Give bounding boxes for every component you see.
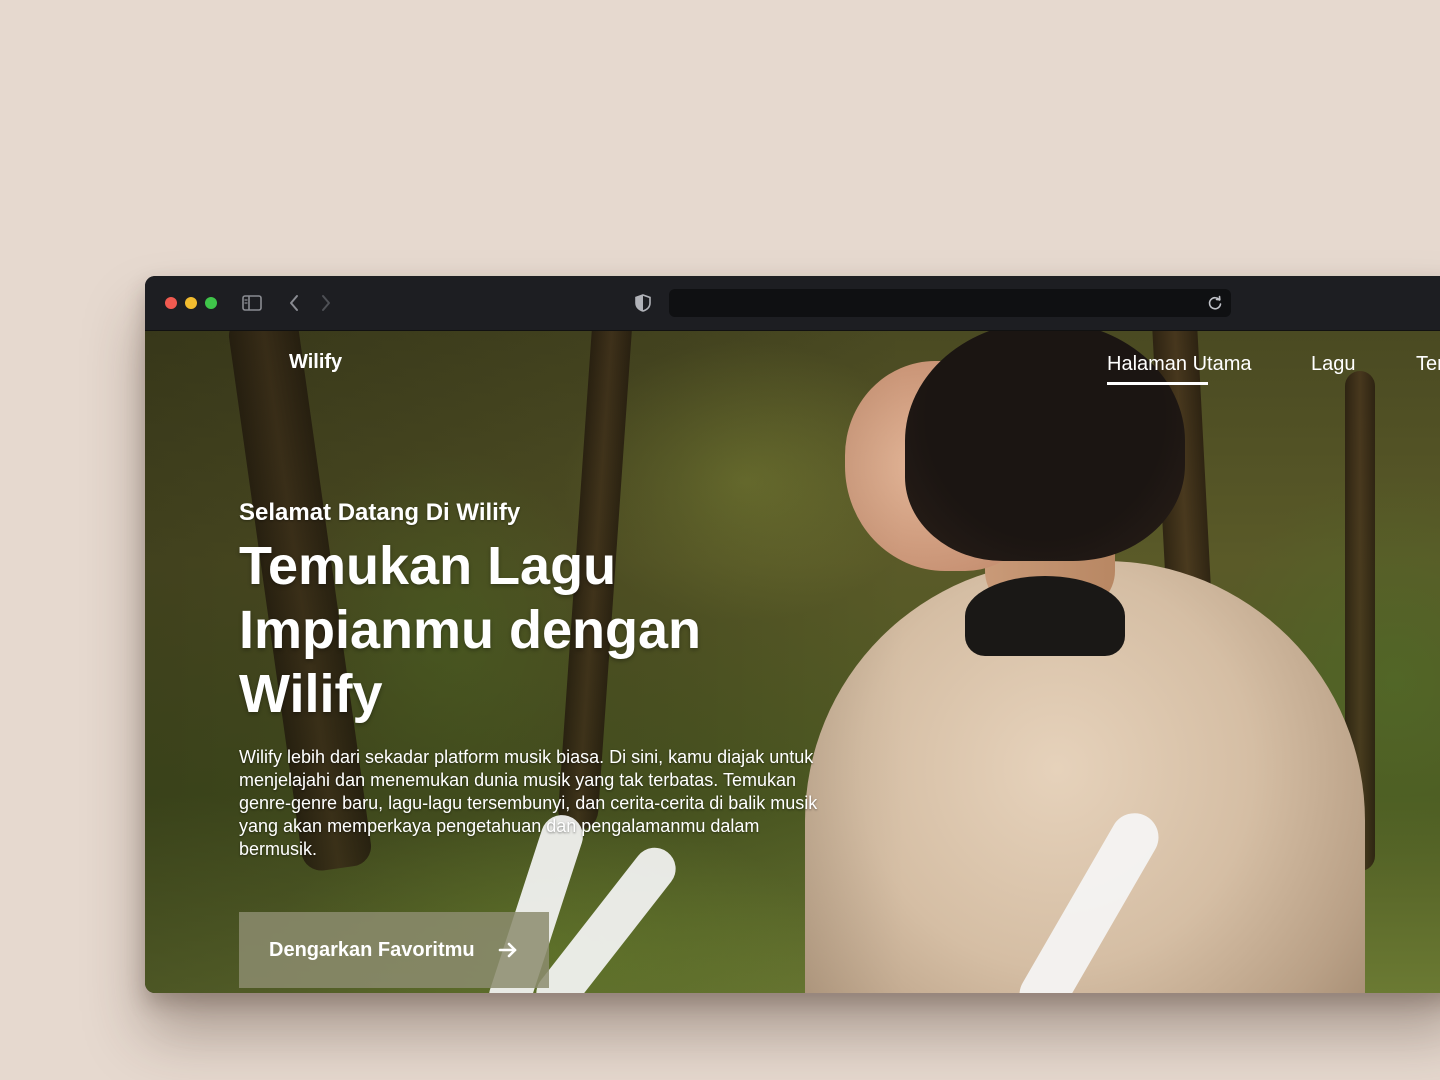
minimize-window-button[interactable]	[185, 297, 197, 309]
arrow-right-icon	[497, 939, 519, 961]
nav-home-link[interactable]: Halaman Utama	[1107, 353, 1252, 376]
close-window-button[interactable]	[165, 297, 177, 309]
chevron-left-icon[interactable]	[285, 292, 303, 314]
chevron-right-icon[interactable]	[317, 292, 335, 314]
nav-songs-link[interactable]: Lagu	[1311, 353, 1356, 376]
sidebar-toggle-icon[interactable]	[241, 292, 263, 314]
site-logo[interactable]: Wilify	[289, 351, 342, 374]
nav-third-link[interactable]: Ter	[1416, 353, 1440, 376]
hero-headline: Temukan Lagu Impianmu dengan Wilify	[239, 536, 702, 724]
browser-window: Wilify Halaman Utama Lagu Ter Selamat Da…	[145, 276, 1440, 993]
listen-favorites-button[interactable]: Dengarkan Favoritmu	[239, 912, 549, 988]
cta-label: Dengarkan Favoritmu	[269, 938, 475, 961]
hero-description: Wilify lebih dari sekadar platform musik…	[239, 747, 818, 859]
maximize-window-button[interactable]	[205, 297, 217, 309]
nav-active-indicator	[1107, 382, 1208, 385]
shield-icon[interactable]	[633, 292, 653, 314]
browser-titlebar	[145, 276, 1440, 331]
address-bar[interactable]	[669, 289, 1231, 317]
web-page: Wilify Halaman Utama Lagu Ter Selamat Da…	[145, 331, 1440, 993]
hero-welcome: Selamat Datang Di Wilify	[239, 499, 521, 526]
reload-icon[interactable]	[1207, 295, 1223, 311]
